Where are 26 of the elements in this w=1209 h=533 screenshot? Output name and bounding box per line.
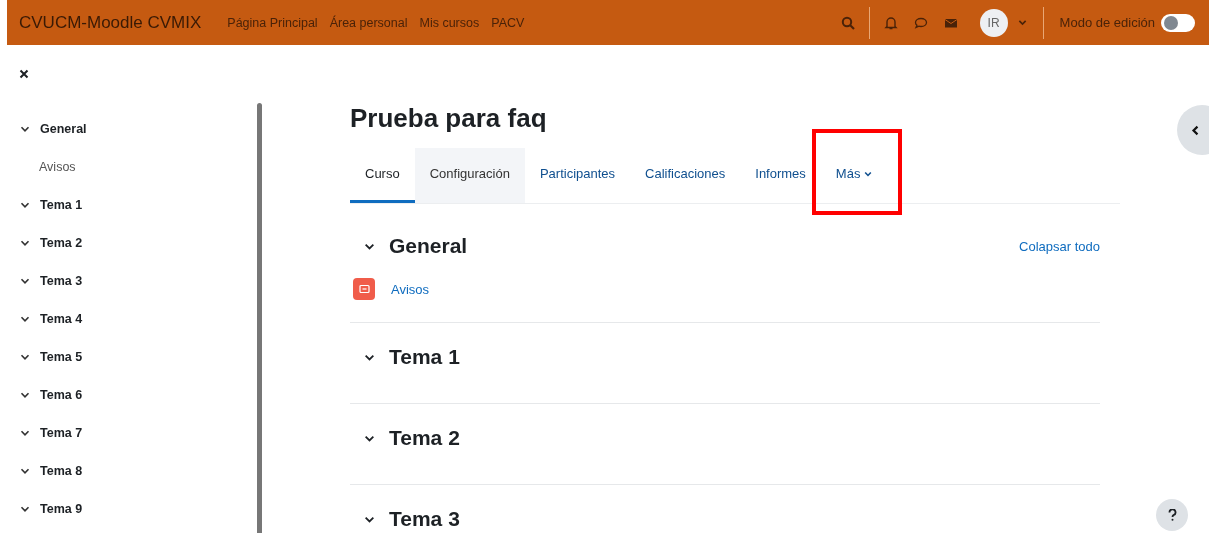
- course-index-section[interactable]: Tema 3: [40, 274, 83, 288]
- course-title: Prueba para faq: [350, 103, 547, 134]
- course-tab[interactable]: Participantes: [524, 148, 631, 203]
- course-index-section[interactable]: Tema 5: [40, 350, 83, 364]
- activity-link[interactable]: Avisos: [391, 281, 430, 297]
- collapse-all-link[interactable]: Colapsar todo: [1019, 238, 1100, 254]
- site-name[interactable]: CVUCM-Moodle CVMIX: [19, 12, 202, 33]
- course-tab[interactable]: Calificaciones: [630, 148, 741, 203]
- user-avatar[interactable]: IR: [979, 8, 1008, 37]
- course-index-section[interactable]: Tema 8: [40, 464, 83, 478]
- course-index-section[interactable]: Tema 1: [40, 198, 83, 212]
- course-index-activity[interactable]: Avisos: [39, 160, 76, 174]
- section-title: Tema 3: [389, 507, 460, 531]
- course-index-section[interactable]: General: [40, 122, 87, 136]
- course-index-section[interactable]: Tema 9: [40, 502, 83, 516]
- course-index-section[interactable]: Tema 4: [40, 312, 83, 326]
- course-index-section[interactable]: Tema 2: [40, 236, 83, 250]
- course-index-section[interactable]: Tema 7: [40, 426, 83, 440]
- course-index-section[interactable]: Tema 6: [40, 388, 83, 402]
- edit-mode-label: Modo de edición: [1059, 15, 1155, 30]
- course-tab[interactable]: Configuración: [414, 148, 525, 203]
- course-tab[interactable]: Más: [820, 148, 888, 203]
- section-title: General: [389, 234, 468, 258]
- section-title: Tema 2: [389, 426, 460, 450]
- course-tab[interactable]: Informes: [740, 148, 821, 203]
- section-title: Tema 1: [389, 345, 460, 369]
